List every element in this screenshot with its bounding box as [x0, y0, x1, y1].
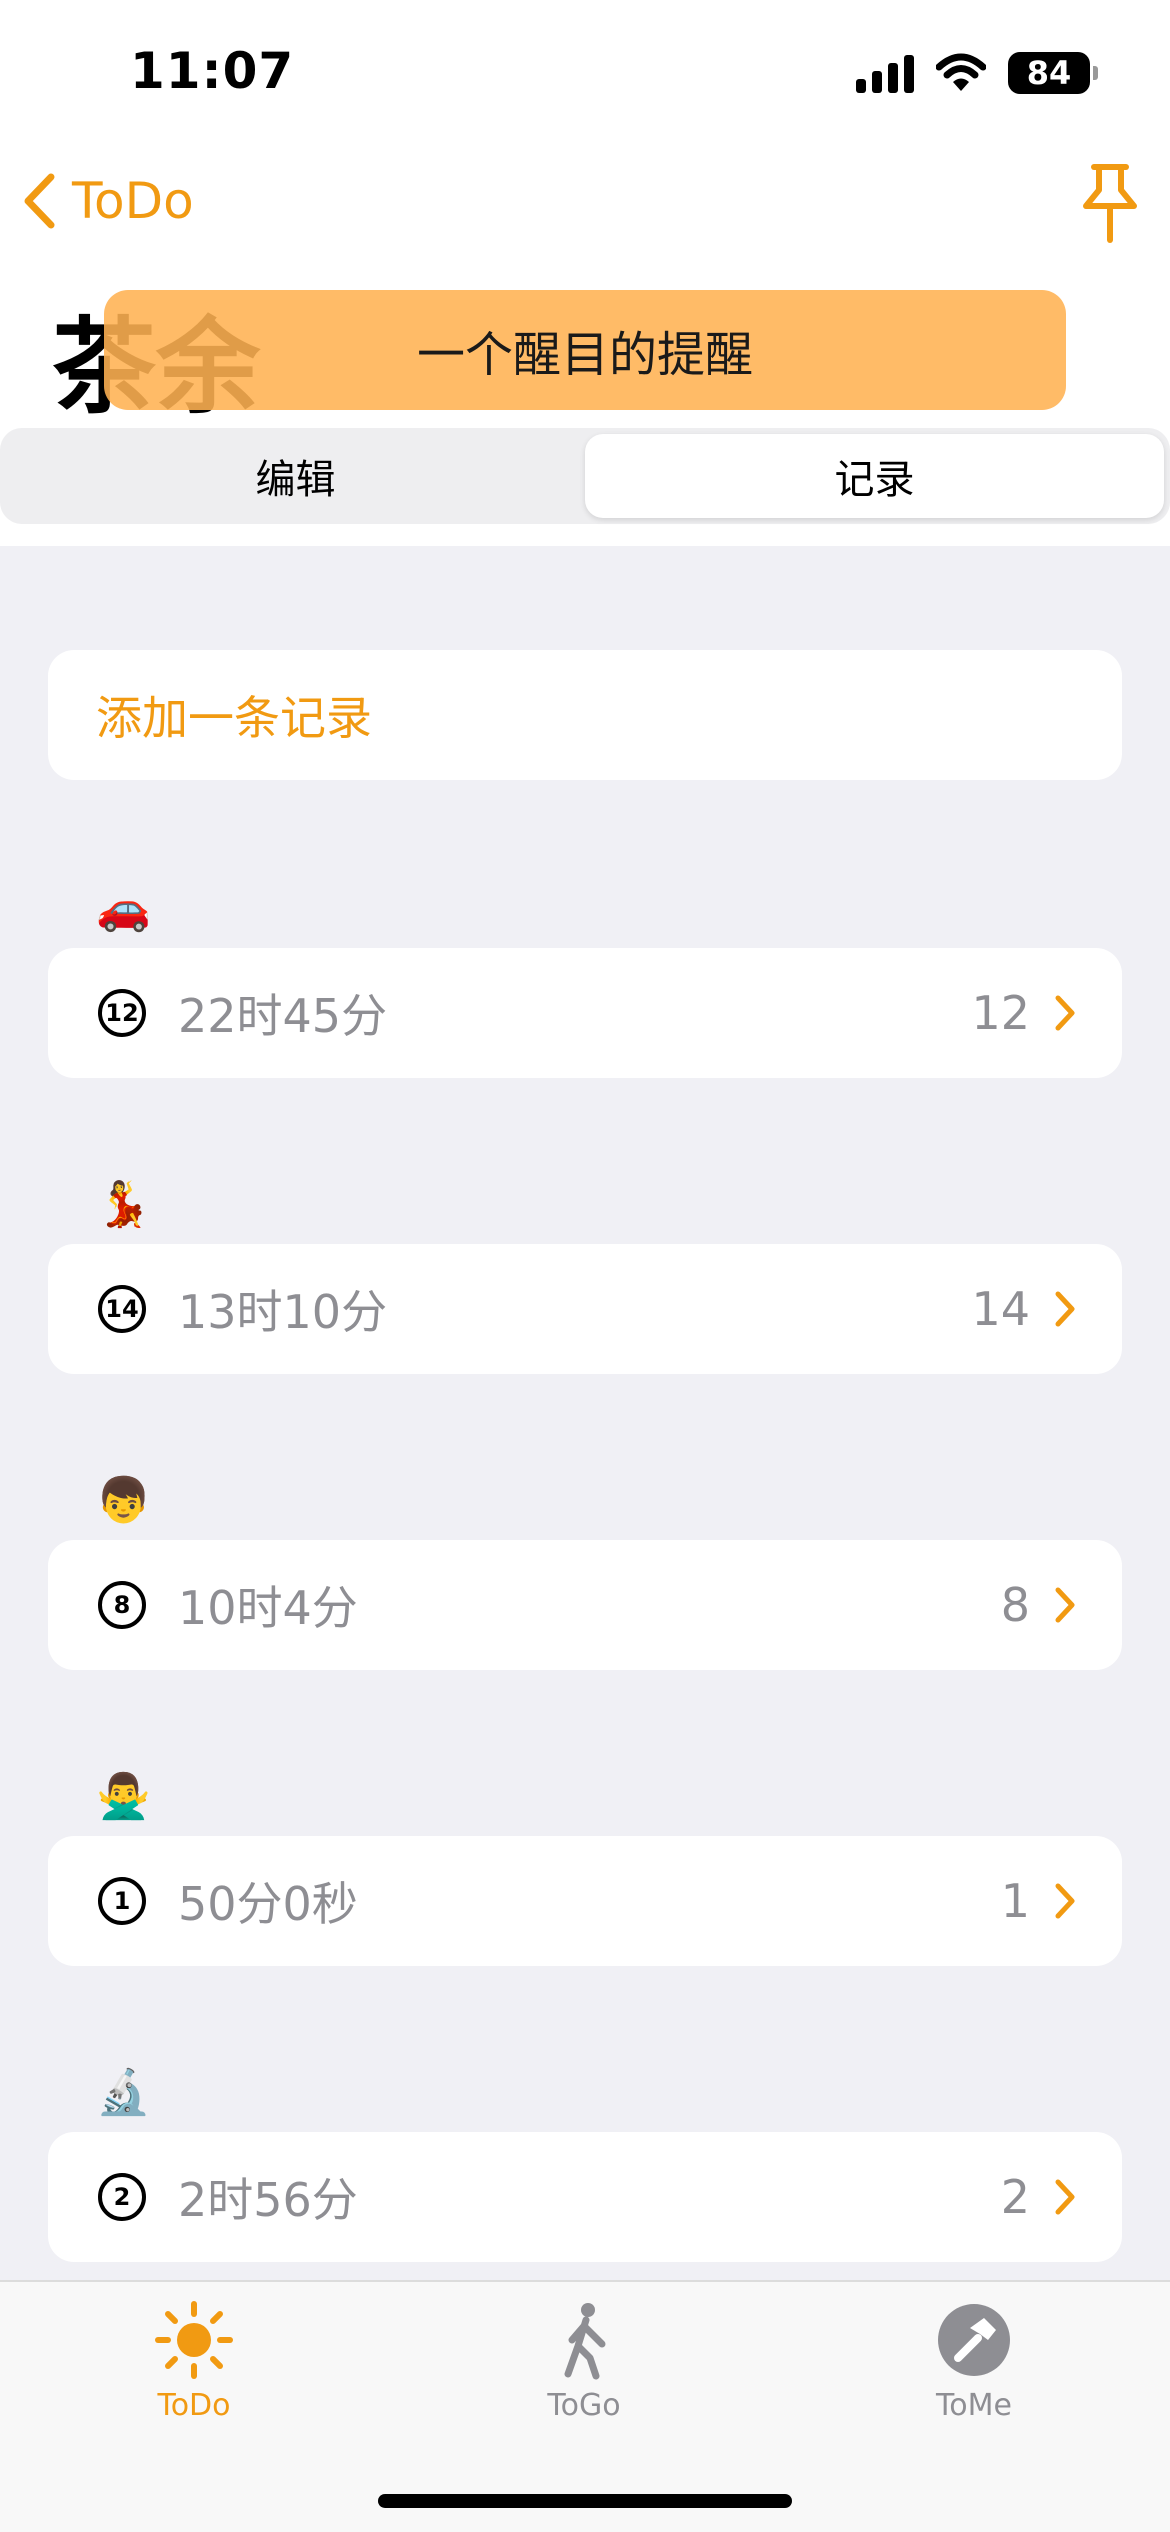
- segment-records[interactable]: 记录: [585, 434, 1164, 518]
- segmented-control: 编辑 记录: [0, 428, 1170, 524]
- number-circle-icon: 14: [98, 1285, 146, 1333]
- tab-tome[interactable]: ToMe: [874, 2300, 1074, 2423]
- status-time: 11:07: [130, 42, 295, 100]
- battery-icon: 84: [1008, 52, 1098, 94]
- tab-todo[interactable]: ToDo: [94, 2300, 294, 2423]
- pin-icon: [1083, 164, 1137, 243]
- section-emoji: 🔬: [96, 2067, 151, 2118]
- record-row[interactable]: 8 10时4分 8: [48, 1540, 1122, 1670]
- section-emoji: 🚗: [96, 883, 151, 934]
- sun-icon: [155, 2301, 233, 2379]
- chevron-right-icon: [1054, 1586, 1076, 1624]
- add-record-button[interactable]: 添加一条记录: [48, 650, 1122, 780]
- chevron-right-icon: [1054, 994, 1076, 1032]
- record-duration: 50分0秒: [178, 1877, 358, 1931]
- record-row[interactable]: 2 2时56分 2: [48, 2132, 1122, 2262]
- status-icons: 84: [856, 52, 1098, 94]
- chevron-left-icon: [24, 173, 55, 229]
- record-duration: 13时10分: [178, 1285, 388, 1339]
- segment-edit[interactable]: 编辑: [6, 434, 585, 518]
- record-count: 1: [1000, 1874, 1030, 1928]
- tab-label: ToDo: [157, 2388, 231, 2423]
- wifi-icon: [936, 53, 986, 91]
- screen: 11:07 84 ToDo 茶余 一个醒目的提醒 编辑 记录: [0, 0, 1170, 2532]
- section-emoji: 💃: [96, 1179, 151, 1230]
- hammer-icon: [938, 2304, 1010, 2376]
- section-emoji: 👦: [96, 1475, 151, 1526]
- banner-text: 一个醒目的提醒: [416, 327, 753, 383]
- record-count: 2: [1000, 2170, 1030, 2224]
- record-duration: 2时56分: [178, 2173, 358, 2227]
- number-circle-icon: 12: [98, 989, 146, 1037]
- battery-level: 84: [1026, 54, 1072, 92]
- record-duration: 10时4分: [178, 1581, 358, 1635]
- tab-label: ToMe: [936, 2388, 1012, 2423]
- chevron-right-icon: [1054, 1882, 1076, 1920]
- record-row[interactable]: 12 22时45分 12: [48, 948, 1122, 1078]
- record-row[interactable]: 1 50分0秒 1: [48, 1836, 1122, 1966]
- tab-label: ToGo: [547, 2388, 621, 2423]
- record-duration: 22时45分: [178, 989, 388, 1043]
- number-circle-icon: 8: [98, 1581, 146, 1629]
- walking-person-icon: [564, 2303, 606, 2380]
- section-emoji: 🙅‍♂️: [96, 1771, 151, 1822]
- add-record-label: 添加一条记录: [96, 691, 372, 745]
- records-list: 添加一条记录 🚗 12 22时45分 12 💃 14 13时10分 14 👦 8…: [0, 546, 1170, 2280]
- back-label: ToDo: [72, 172, 194, 230]
- tab-togo[interactable]: ToGo: [484, 2300, 684, 2423]
- record-count: 8: [1000, 1578, 1030, 1632]
- number-circle-icon: 2: [98, 2173, 146, 2221]
- chevron-right-icon: [1054, 2178, 1076, 2216]
- home-indicator: [378, 2494, 792, 2508]
- number-circle-icon: 1: [98, 1877, 146, 1925]
- record-count: 12: [971, 986, 1030, 1040]
- pin-button[interactable]: [1080, 162, 1140, 248]
- record-row[interactable]: 14 13时10分 14: [48, 1244, 1122, 1374]
- reminder-banner[interactable]: 一个醒目的提醒: [104, 290, 1066, 410]
- record-count: 14: [971, 1282, 1030, 1336]
- chevron-right-icon: [1054, 1290, 1076, 1328]
- back-button[interactable]: ToDo: [22, 172, 194, 230]
- cellular-signal-icon: [856, 53, 914, 93]
